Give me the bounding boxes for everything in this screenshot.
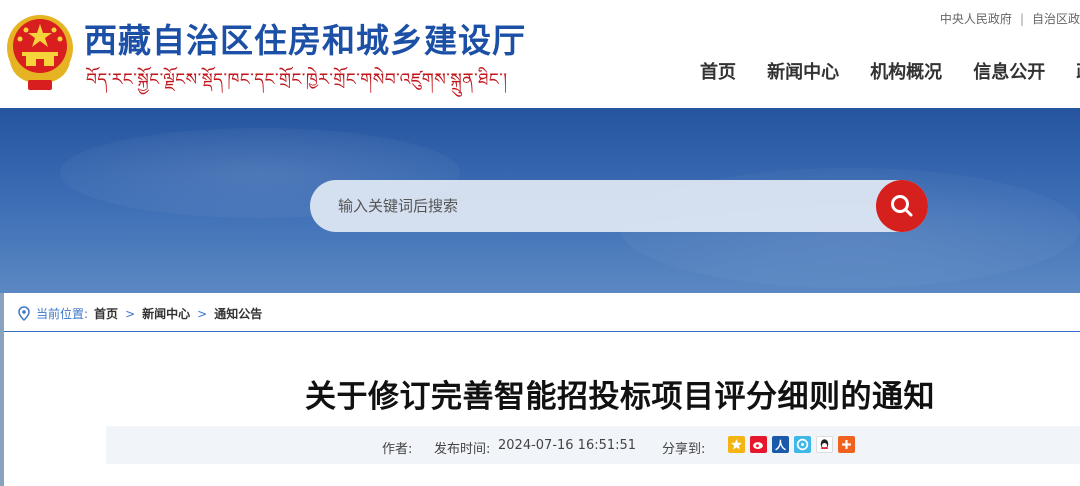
tencent-icon[interactable] <box>794 436 811 453</box>
more-share-icon[interactable] <box>838 436 855 453</box>
breadcrumb-item-news-center[interactable]: 新闻中心 <box>142 305 190 322</box>
breadcrumb-divider <box>4 331 1080 332</box>
article-panel: 当前位置: 首页 > 新闻中心 > 通知公告 关于修订完善智能招投标项目评分细则… <box>4 293 1080 486</box>
top-link-regional-government[interactable]: 自治区政 <box>1032 12 1080 26</box>
published-label: 发布时间: <box>434 442 491 457</box>
share-icons: 人 <box>728 436 860 453</box>
nav-item-news-center[interactable]: 新闻中心 <box>767 58 839 84</box>
breadcrumb-separator: > <box>125 306 136 321</box>
main-nav: 首页 新闻中心 机构概况 信息公开 政 <box>700 58 1080 84</box>
published-datetime: 2024-07-16 16:51:51 <box>498 438 637 453</box>
nav-item-government[interactable]: 政 <box>1076 58 1080 84</box>
breadcrumb-separator: > <box>197 306 208 321</box>
qzone-icon[interactable] <box>728 436 745 453</box>
site-header: 西藏自治区住房和城乡建设厅 བོད་རང་སྐྱོང་ལྗོངས་སྡོད་ཁང… <box>0 0 1080 108</box>
nav-item-organization[interactable]: 机构概况 <box>870 58 942 84</box>
top-links: 中央人民政府 | 自治区政 <box>940 10 1080 27</box>
national-emblem-icon <box>7 15 73 90</box>
site-subtitle-tibetan: བོད་རང་སྐྱོང་ལྗོངས་སྡོད་ཁང་དང་གྲོང་ཁྱེར་… <box>86 70 508 90</box>
search-icon <box>891 195 913 217</box>
article-title: 关于修订完善智能招投标项目评分细则的通知 <box>305 379 935 415</box>
weibo-icon[interactable] <box>750 436 767 453</box>
nav-item-home[interactable]: 首页 <box>700 58 736 84</box>
qq-icon[interactable] <box>816 436 833 453</box>
search-input[interactable] <box>310 180 870 232</box>
search-button[interactable] <box>876 180 928 232</box>
breadcrumb-item-notices[interactable]: 通知公告 <box>214 305 262 322</box>
search-banner <box>0 108 1080 298</box>
breadcrumb-label: 当前位置: <box>36 307 89 321</box>
breadcrumb: 当前位置: 首页 > 新闻中心 > 通知公告 <box>18 305 262 322</box>
article-meta-bar: 作者: 发布时间: 2024-07-16 16:51:51 分享到: 人 <box>106 426 1080 464</box>
nav-item-info-disclosure[interactable]: 信息公开 <box>973 58 1045 84</box>
renren-icon[interactable]: 人 <box>772 436 789 453</box>
breadcrumb-item-home[interactable]: 首页 <box>94 305 118 322</box>
site-title: 西藏自治区住房和城乡建设厅 <box>84 21 526 60</box>
search-box <box>310 180 928 232</box>
location-pin-icon <box>18 306 30 321</box>
author-label: 作者: <box>382 442 413 457</box>
top-link-separator: | <box>1019 12 1024 26</box>
share-label: 分享到: <box>662 442 706 457</box>
top-link-central-government[interactable]: 中央人民政府 <box>940 12 1012 26</box>
